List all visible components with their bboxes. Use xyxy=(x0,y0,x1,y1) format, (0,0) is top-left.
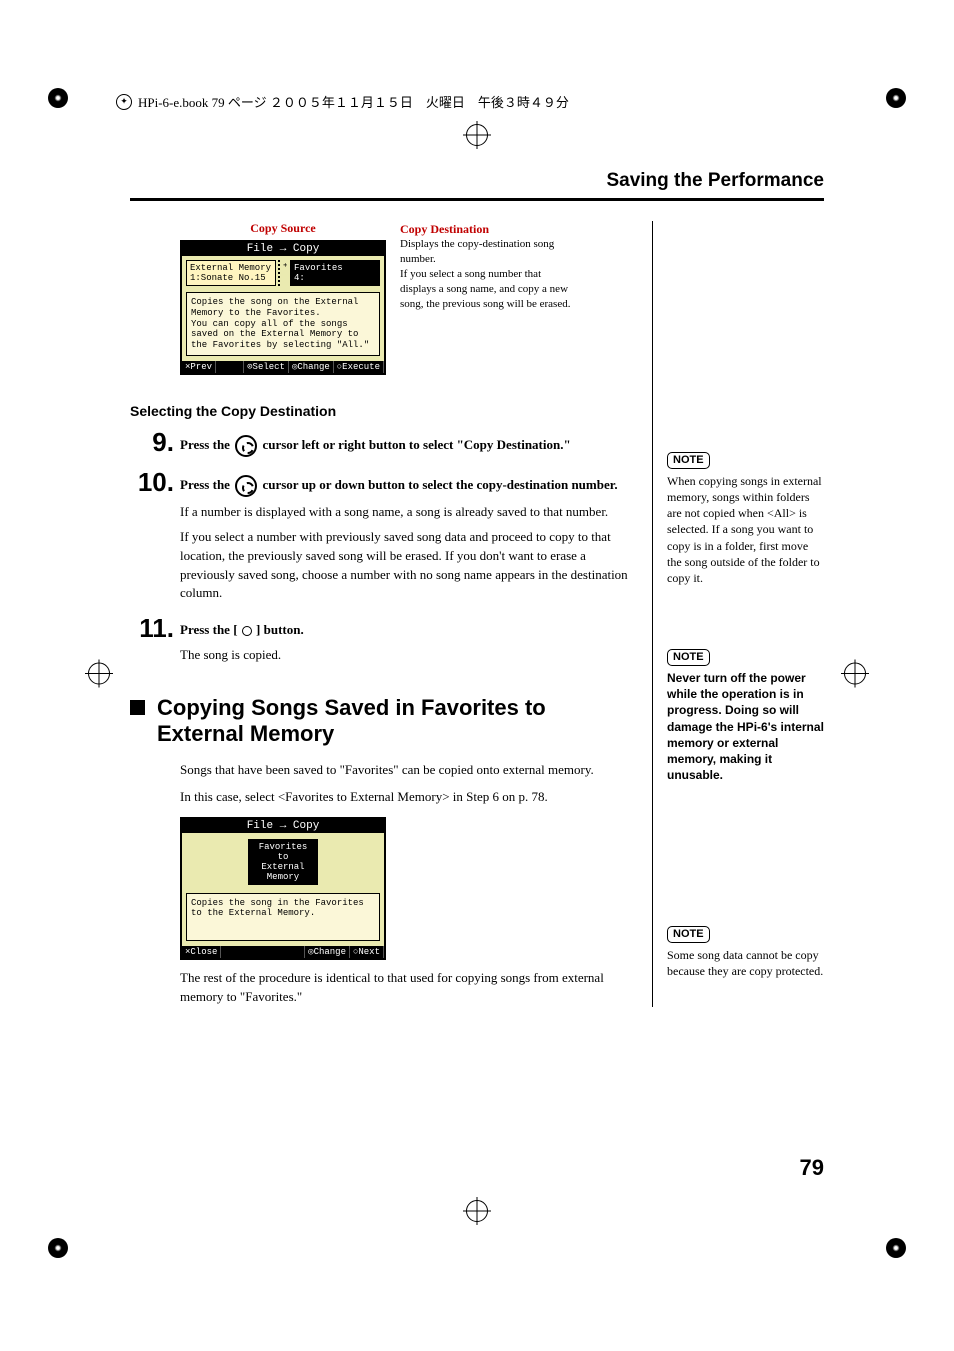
figure-copy-screen: Copy Source File → Copy External Memory … xyxy=(180,221,634,375)
lcd-left-box: External Memory 1:Sonate No.15 xyxy=(186,260,276,286)
lcd-footer: ×Prev ⊙Select ◎Change ○Execute xyxy=(182,361,384,373)
body-text: The rest of the procedure is identical t… xyxy=(180,968,634,1007)
lcd-box: Favorites to External Memory xyxy=(248,839,319,885)
note-text: Some song data cannot be copy because th… xyxy=(667,947,824,979)
lcd-title: File → Copy xyxy=(182,819,384,833)
source-header-text: HPi-6-e.book 79 ページ ２００５年１１月１５日 火曜日 午後３時… xyxy=(138,92,569,111)
step-11: 11. Press the [ ] button. The song is co… xyxy=(130,615,634,665)
step-number: 10. xyxy=(130,469,180,603)
copy-dest-label: Copy Destination xyxy=(400,221,575,237)
body-text: Songs that have been saved to "Favorites… xyxy=(180,760,634,780)
book-icon: ✦ xyxy=(116,94,132,110)
step-text: Press the cursor up or down button to se… xyxy=(180,477,618,492)
lcd-foot-item: ◎Change xyxy=(305,946,350,958)
copy-source-label: Copy Source xyxy=(180,221,386,236)
note-block: NOTE Never turn off the power while the … xyxy=(667,648,824,783)
step-para: If you select a number with previously s… xyxy=(180,528,634,603)
step-10: 10. Press the cursor up or down button t… xyxy=(130,469,634,603)
registration-mark-icon xyxy=(466,1200,488,1227)
subheading: Selecting the Copy Destination xyxy=(130,403,634,419)
step-number: 11. xyxy=(130,615,180,665)
note-badge: NOTE xyxy=(667,452,710,469)
note-text: When copying songs in external memory, s… xyxy=(667,473,824,586)
source-header: ✦ HPi-6-e.book 79 ページ ２００５年１１月１５日 火曜日 午後… xyxy=(116,92,838,111)
note-block: NOTE Some song data cannot be copy becau… xyxy=(667,925,824,979)
crop-mark-icon xyxy=(48,88,68,113)
lcd-foot-item: ×Prev xyxy=(182,361,216,373)
lcd-desc: Copies the song in the Favorites to the … xyxy=(186,893,380,941)
step-9: 9. Press the cursor left or right button… xyxy=(130,429,634,457)
step-text: Press the [ ] button. xyxy=(180,622,304,637)
lcd-divider xyxy=(278,260,280,286)
copy-dest-body: Displays the copy-destination song numbe… xyxy=(400,237,575,311)
crop-mark-icon xyxy=(886,88,906,113)
registration-mark-icon xyxy=(466,124,488,151)
heading-text: Copying Songs Saved in Favorites to Exte… xyxy=(157,695,634,748)
lcd-foot-item: ○Execute xyxy=(334,361,384,373)
head-rule xyxy=(130,198,824,201)
cursor-icon xyxy=(235,475,257,497)
section-heading: Copying Songs Saved in Favorites to Exte… xyxy=(130,695,634,748)
lcd-screenshot: File → Copy External Memory 1:Sonate No.… xyxy=(180,240,386,375)
lcd-text: Favorites xyxy=(294,263,376,273)
arrow-right-icon: ➔ xyxy=(283,260,287,286)
lcd-title: File → Copy xyxy=(182,242,384,256)
bullet-square-icon xyxy=(130,700,145,715)
lcd-foot-item: ○Next xyxy=(350,946,384,958)
page-content: Saving the Performance Copy Source File … xyxy=(130,170,824,1181)
lcd-desc: Copies the song on the External Memory t… xyxy=(186,292,380,356)
registration-mark-icon xyxy=(88,662,110,689)
lcd-foot-item: ◎Change xyxy=(289,361,334,373)
lcd-foot-item: ×Close xyxy=(182,946,221,958)
lcd-right-box: Favorites 4: xyxy=(290,260,380,286)
lcd-text: External Memory xyxy=(190,263,272,273)
lcd-text: 1:Sonate No.15 xyxy=(190,273,272,283)
side-column: NOTE When copying songs in external memo… xyxy=(652,221,824,1007)
main-column: Copy Source File → Copy External Memory … xyxy=(130,221,634,1007)
note-badge: NOTE xyxy=(667,926,710,943)
registration-mark-icon xyxy=(844,662,866,689)
note-text: Never turn off the power while the opera… xyxy=(667,670,824,783)
copy-dest-caption: Copy Destination Displays the copy-desti… xyxy=(400,221,575,375)
running-head: Saving the Performance xyxy=(130,170,824,192)
cursor-icon xyxy=(235,435,257,457)
step-para: If a number is displayed with a song nam… xyxy=(180,503,634,522)
lcd-text: 4: xyxy=(294,273,376,283)
page-number: 79 xyxy=(800,1155,824,1181)
step-text: Press the cursor left or right button to… xyxy=(180,437,571,452)
crop-mark-icon xyxy=(48,1238,68,1263)
circle-button-icon xyxy=(242,626,252,636)
step-number: 9. xyxy=(130,429,180,457)
note-block: NOTE When copying songs in external memo… xyxy=(667,451,824,586)
lcd-footer: ×Close ◎Change ○Next xyxy=(182,946,384,958)
lcd-foot-item: ⊙Select xyxy=(244,361,289,373)
note-badge: NOTE xyxy=(667,649,710,666)
body-text: In this case, select <Favorites to Exter… xyxy=(180,787,634,807)
step-para: The song is copied. xyxy=(180,646,634,665)
lcd-screenshot-2: File → Copy Favorites to External Memory… xyxy=(180,817,386,960)
crop-mark-icon xyxy=(886,1238,906,1263)
